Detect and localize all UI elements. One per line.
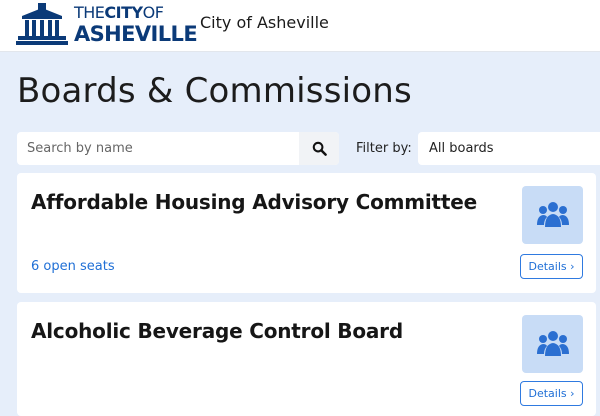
city-logo[interactable]: THECITYOF ASHEVILLE xyxy=(16,3,198,47)
search-icon xyxy=(312,141,327,156)
city-hall-icon xyxy=(16,3,68,45)
users-group-icon xyxy=(536,331,569,356)
open-seats-link[interactable]: 6 open seats xyxy=(31,259,115,275)
top-bar: THECITYOF ASHEVILLE City of Asheville xyxy=(0,0,600,52)
search-input[interactable] xyxy=(17,132,299,165)
filter-label: Filter by: xyxy=(356,141,412,156)
board-icon-tile xyxy=(522,186,583,244)
search-button[interactable] xyxy=(299,132,339,165)
details-button[interactable]: Details › xyxy=(520,381,583,406)
search-box xyxy=(17,132,339,165)
board-title[interactable]: Affordable Housing Advisory Committee xyxy=(31,189,477,215)
filter-select[interactable]: All boards xyxy=(418,132,600,165)
logo-text-bottom: ASHEVILLE xyxy=(74,22,198,46)
board-icon-tile xyxy=(522,315,583,373)
details-button[interactable]: Details › xyxy=(520,254,583,279)
board-title[interactable]: Alcoholic Beverage Control Board xyxy=(31,318,403,344)
board-card: Alcoholic Beverage Control Board Details… xyxy=(17,302,596,416)
logo-text-top: THECITYOF xyxy=(74,3,164,22)
users-group-icon xyxy=(536,202,569,227)
page-title: Boards & Commissions xyxy=(17,71,412,111)
board-card: Affordable Housing Advisory Committee 6 … xyxy=(17,173,596,293)
site-name[interactable]: City of Asheville xyxy=(200,13,329,33)
